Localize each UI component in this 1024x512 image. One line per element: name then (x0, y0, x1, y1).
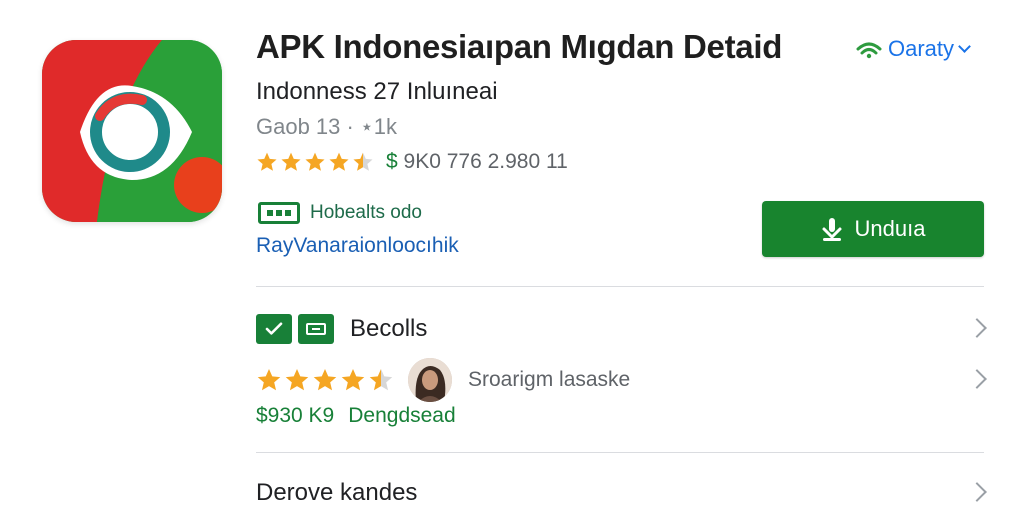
developer-label: Oaraty (888, 36, 955, 61)
star-icon (281, 152, 301, 171)
row-label: Becolls (350, 315, 428, 342)
badge-row: Hobealts odo (258, 202, 422, 224)
developer-link[interactable]: Oaraty (856, 36, 971, 62)
star-icon (285, 368, 309, 391)
star-icon (353, 152, 373, 171)
review-stars (256, 367, 394, 393)
publisher-name[interactable]: Indonness 27 Inluıneai (256, 78, 498, 106)
price-label: Dengdsead (348, 404, 456, 427)
rating-row: $ 9K0 776 2.980 11 (256, 150, 568, 174)
chevron-right-icon (967, 318, 987, 338)
app-meta: Gaob 13 · ⋆1k (256, 114, 397, 139)
wifi-icon (856, 42, 882, 59)
rating-text-value: 9K0 776 2.980 11 (397, 150, 568, 173)
install-button[interactable]: Unduıa (762, 201, 984, 257)
avatar (408, 358, 452, 402)
chevron-down-icon (958, 39, 971, 53)
install-label: Unduıa (854, 216, 926, 241)
star-icon (341, 368, 365, 391)
rating-text: $ 9K0 776 2.980 11 (386, 150, 568, 174)
star-icon (329, 152, 349, 171)
ticket-icon (298, 314, 334, 344)
list-row-derove[interactable]: Derove kandes (256, 476, 987, 510)
download-icon (822, 218, 842, 241)
info-link[interactable]: RayVanaraionloocıhik (256, 234, 459, 258)
badge-text: Hobealts odo (310, 202, 422, 223)
app-detail-page: APK Indonesiaıpan Mıgdan Detaid Oaraty I… (0, 0, 1024, 512)
divider (256, 286, 984, 287)
star-icon (313, 368, 337, 391)
star-icon (257, 368, 281, 391)
list-row-review[interactable]: Sroarigm lasaske (256, 356, 987, 404)
reviewer-name: Sroarigm lasaske (468, 368, 631, 391)
star-icon (369, 368, 393, 391)
list-row-becolls[interactable]: Becolls (256, 312, 987, 346)
price-amount: $930 K9 (256, 404, 335, 427)
star-icon (305, 152, 325, 171)
ticket-icon (258, 202, 300, 224)
chevron-right-icon (967, 369, 987, 389)
app-title: APK Indonesiaıpan Mıgdan Detaid (256, 28, 783, 65)
rating-stars (256, 151, 374, 173)
check-icon (256, 314, 292, 344)
chevron-right-icon (967, 482, 987, 502)
divider (256, 452, 984, 453)
rating-text-prefix: $ (386, 150, 398, 173)
row-label: Derove kandes (256, 479, 418, 506)
app-logo-icon (42, 40, 222, 222)
price-line: $930 K9 Dengdsead (256, 404, 456, 428)
star-icon (257, 152, 277, 171)
